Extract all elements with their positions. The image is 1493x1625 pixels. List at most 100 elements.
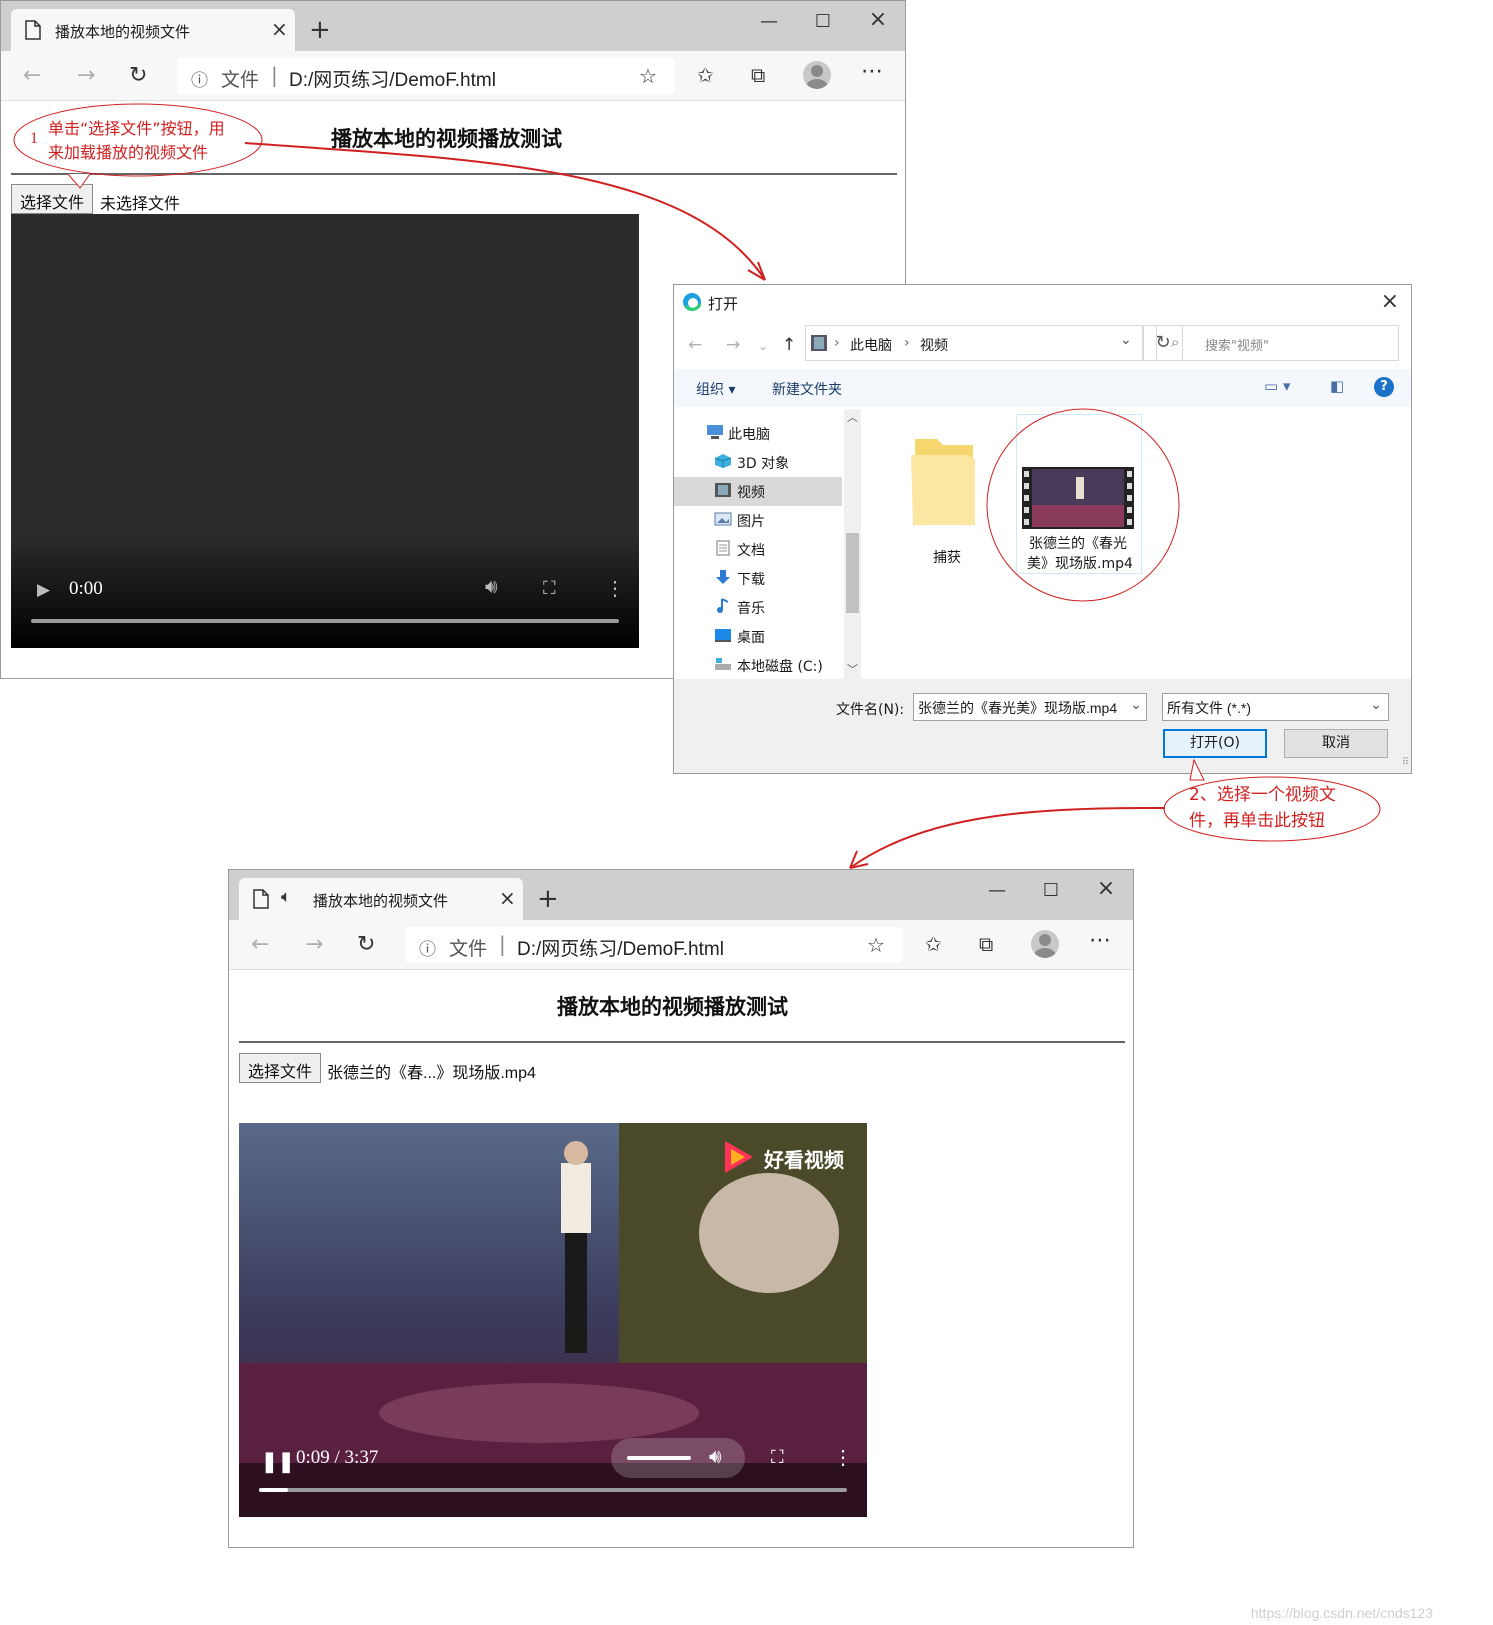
csdn-watermark: https://blog.csdn.net/cnds123 [1250, 1605, 1433, 1621]
open-button[interactable]: 打开(O) [1163, 729, 1267, 758]
tab-title: 播放本地的视频文件 [313, 892, 449, 910]
file-status-label: 张德兰的《春...》现场版.mp4 [327, 1065, 536, 1082]
filename-dropdown-icon[interactable]: ⌄ [1130, 696, 1142, 713]
tree-label: 3D 对象 [737, 456, 790, 472]
favorites-icon[interactable]: ✩ [925, 932, 942, 956]
url-text[interactable]: D:/网页练习/DemoF.html [517, 934, 724, 961]
recent-dropdown-icon[interactable]: ⌄ [758, 339, 768, 353]
dialog-back-icon[interactable]: ← [688, 335, 702, 355]
scroll-up-icon[interactable]: ︿ [847, 409, 858, 425]
folder-name: 捕获 [933, 550, 961, 566]
tree-scrollbar[interactable]: ︿ ﹀ [844, 409, 861, 679]
video-progress-track[interactable] [259, 1488, 847, 1492]
collections-icon[interactable]: ⧉ [979, 932, 993, 956]
video-progress-fill [259, 1488, 289, 1492]
search-icon: ⌕ [1171, 333, 1180, 351]
browser-tab[interactable]: 🔈︎ 播放本地的视频文件 × [239, 878, 523, 920]
back-icon[interactable]: ← [251, 932, 269, 957]
tree-item-pictures[interactable]: 图片 [674, 506, 842, 535]
video-watermark: 好看视频 [764, 1148, 844, 1172]
cancel-button[interactable]: 取消 [1284, 729, 1388, 758]
document-icon [716, 540, 730, 556]
folder-icon [911, 439, 975, 525]
breadcrumb-item-pc[interactable]: 此电脑 [850, 335, 892, 355]
navigation-tree: 此电脑 3D 对象 视频 图片 文档 下载 音乐 桌面 本地磁盘 (C:) [674, 409, 844, 679]
url-separator: | [499, 932, 506, 956]
reload-icon[interactable]: ↻ [357, 932, 375, 957]
tree-item-3d-objects[interactable]: 3D 对象 [674, 448, 842, 477]
breadcrumb-item-videos[interactable]: 视频 [920, 335, 948, 355]
filetype-select[interactable]: 所有文件 (*.*) ⌄ [1162, 693, 1389, 721]
filename-value: 张德兰的《春光美》现场版.mp4 [918, 700, 1118, 716]
new-tab-icon[interactable]: + [537, 884, 559, 914]
up-folder-icon[interactable]: ↑ [782, 335, 796, 355]
url-scheme-label: 文件 [449, 938, 488, 960]
close-window-icon[interactable]: × [1096, 876, 1116, 901]
breadcrumb[interactable]: › 此电脑 › 视频 ⌄ [805, 325, 1143, 361]
forward-icon[interactable]: → [305, 932, 323, 957]
picture-icon [714, 512, 732, 526]
preview-pane-icon[interactable]: ◧ [1330, 377, 1344, 395]
computer-icon [707, 425, 723, 439]
callout-2-line2: 件，再单击此按钮 [1189, 811, 1325, 831]
tree-item-documents[interactable]: 文档 [674, 535, 842, 564]
dialog-forward-icon[interactable]: → [726, 335, 740, 355]
view-options-icon[interactable]: ▭ ▾ [1264, 377, 1290, 395]
horizontal-rule [239, 1041, 1125, 1043]
callout-file-circle [986, 408, 1180, 602]
volume-panel: 🔊︎ [611, 1438, 745, 1478]
profile-avatar[interactable] [1031, 930, 1059, 958]
dialog-title: 打开 [708, 295, 739, 313]
filetype-dropdown-icon[interactable]: ⌄ [1370, 696, 1382, 713]
tree-label: 文档 [737, 543, 765, 559]
folder-item[interactable]: 捕获 [901, 419, 991, 566]
organize-menu[interactable]: 组织 ▾ [696, 379, 735, 399]
tree-item-local-disk[interactable]: 本地磁盘 (C:) [674, 651, 842, 680]
breadcrumb-chevron-icon: › [904, 335, 910, 351]
tree-label: 桌面 [737, 630, 765, 646]
filename-label: 文件名(N): [836, 702, 905, 718]
scroll-down-icon[interactable]: ﹀ [847, 661, 858, 677]
speaker-icon[interactable]: 🔈︎ [281, 887, 291, 907]
maximize-icon[interactable]: ☐ [1041, 880, 1061, 901]
add-favorite-icon[interactable]: ☆ [867, 933, 885, 957]
dialog-close-icon[interactable]: × [1381, 289, 1399, 314]
resize-grip-icon[interactable]: ⠿ [1402, 757, 1409, 768]
new-folder-button[interactable]: 新建文件夹 [772, 379, 842, 399]
info-icon[interactable]: ⓘ [419, 935, 436, 960]
more-menu-icon[interactable]: ⋯ [1089, 928, 1111, 953]
choose-file-button[interactable]: 选择文件 [239, 1053, 322, 1083]
tree-label: 下载 [737, 572, 765, 588]
tree-label: 音乐 [737, 601, 765, 617]
breadcrumb-dropdown-icon[interactable]: ⌄ [1120, 332, 1132, 348]
video-menu-icon[interactable]: ⋮ [833, 1445, 853, 1470]
video-folder-icon [715, 483, 731, 497]
video-player[interactable]: 好看视频 ❚❚ 0:09 / 3:37 🔊︎ ⛶ ⋮ [239, 1123, 867, 1517]
minimize-icon[interactable]: — [987, 880, 1007, 901]
tree-item-desktop[interactable]: 桌面 [674, 622, 842, 651]
tab-close-icon[interactable]: × [499, 886, 516, 910]
pause-icon[interactable]: ❚❚ [261, 1449, 295, 1474]
cube-icon [714, 454, 732, 468]
page-title: 播放本地的视频播放测试 [557, 995, 788, 1019]
fullscreen-icon[interactable]: ⛶ [771, 1447, 784, 1468]
tree-item-videos[interactable]: 视频 [674, 477, 842, 506]
disk-icon [715, 658, 731, 670]
haokan-logo-icon [725, 1141, 753, 1173]
volume-slider[interactable] [627, 1456, 691, 1460]
url-box[interactable]: ⓘ 文件 | D:/网页练习/DemoF.html ☆ [405, 927, 903, 963]
tree-item-music[interactable]: 音乐 [674, 593, 842, 622]
tab-bar: 🔈︎ 播放本地的视频文件 × + — ☐ × [229, 870, 1133, 920]
filetype-value: 所有文件 (*.*) [1167, 700, 1251, 716]
tree-label: 视频 [737, 485, 765, 501]
volume-icon[interactable]: 🔊︎ [709, 1446, 722, 1469]
music-icon [717, 598, 729, 613]
command-bar: 组织 ▾ 新建文件夹 ▭ ▾ ◧ ? [674, 369, 1411, 407]
help-icon[interactable]: ? [1374, 377, 1394, 397]
tree-item-downloads[interactable]: 下载 [674, 564, 842, 593]
desktop-icon [715, 629, 731, 642]
tree-item-pc[interactable]: 此电脑 [674, 419, 842, 448]
search-input[interactable]: ⌕ 搜索"视频" [1156, 325, 1399, 361]
filename-input[interactable]: 张德兰的《春光美》现场版.mp4 ⌄ [913, 693, 1147, 721]
scroll-thumb[interactable] [846, 533, 859, 613]
